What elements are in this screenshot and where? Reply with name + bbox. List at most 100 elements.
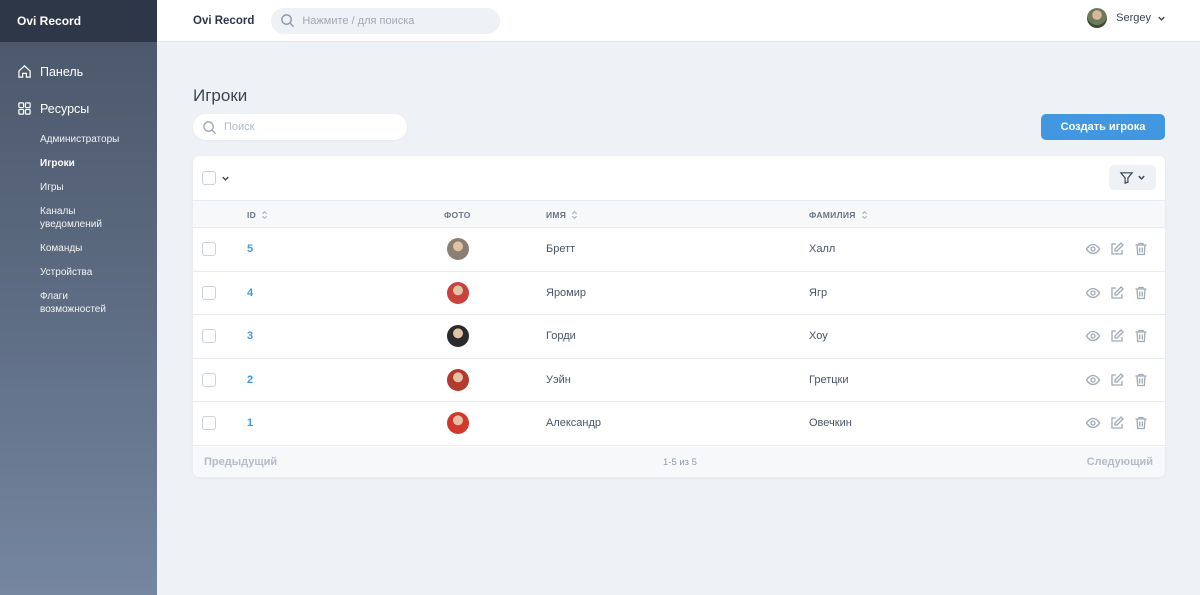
cell-first-name: Яромир [546, 286, 587, 299]
row-checkbox[interactable] [202, 372, 216, 387]
table-row[interactable]: 5 Бретт Халл [193, 228, 1165, 272]
sidebar-item-notification-channels[interactable]: Каналы уведомлений [40, 199, 120, 236]
table-row[interactable]: 4 Яромир Ягр [193, 272, 1165, 316]
prev-page-button[interactable]: Предыдущий [204, 456, 277, 468]
trash-icon[interactable] [1133, 285, 1149, 301]
view-icon[interactable] [1085, 241, 1101, 257]
table-row[interactable]: 1 Александр Овечкин [193, 402, 1165, 446]
cell-last-name: Гретцки [809, 373, 849, 386]
sidebar: Ovi Record Панель Ресурсы Администраторы… [0, 0, 157, 595]
cell-id[interactable]: 1 [247, 417, 253, 429]
topbar: Ovi Record Sergey [157, 0, 1200, 42]
trash-icon[interactable] [1133, 372, 1149, 388]
row-actions [1085, 285, 1149, 301]
row-checkbox[interactable] [202, 416, 216, 431]
player-photo [447, 368, 469, 391]
row-checkbox[interactable] [202, 242, 216, 256]
page-title: Игроки [193, 86, 248, 105]
view-icon[interactable] [1085, 372, 1101, 388]
player-photo [447, 281, 469, 304]
row-actions [1085, 415, 1149, 431]
user-name: Sergey [1116, 12, 1151, 24]
global-search-input[interactable] [302, 14, 483, 27]
trash-icon[interactable] [1133, 328, 1149, 344]
sidebar-item-players[interactable]: Игроки [40, 151, 157, 175]
edit-icon[interactable] [1109, 328, 1125, 344]
global-search[interactable] [271, 7, 501, 34]
players-table-card: ID ФОТО ИМЯ ФАМИЛИЯ 5 Бретт Халл 4 Яроми… [193, 156, 1165, 477]
view-icon[interactable] [1085, 328, 1101, 344]
select-all-control[interactable] [202, 171, 230, 185]
trash-icon[interactable] [1133, 241, 1149, 257]
select-all-checkbox[interactable] [202, 171, 216, 185]
table-row[interactable]: 2 Уэйн Гретцки [193, 359, 1165, 403]
column-header-label: ФАМИЛИЯ [809, 210, 856, 220]
cell-last-name: Халл [809, 243, 836, 255]
cell-first-name: Горди [546, 330, 576, 343]
cell-first-name: Бретт [546, 243, 576, 255]
sidebar-item-teams[interactable]: Команды [40, 236, 157, 260]
filter-icon [1119, 172, 1134, 184]
cell-last-name: Ягр [809, 286, 828, 299]
grid-icon [18, 102, 31, 115]
cell-id[interactable]: 2 [247, 374, 253, 386]
cell-id[interactable]: 3 [247, 330, 253, 342]
view-icon[interactable] [1085, 285, 1101, 301]
cell-last-name: Овечкин [809, 417, 852, 430]
view-icon[interactable] [1085, 415, 1101, 431]
create-player-button[interactable]: Создать игрока [1041, 114, 1165, 140]
chevron-down-icon [1158, 16, 1165, 21]
player-photo [447, 238, 469, 260]
sidebar-item-administrators[interactable]: Администраторы [40, 127, 157, 151]
table-toolbar [193, 156, 1165, 200]
row-checkbox[interactable] [202, 329, 216, 344]
column-header-last-name[interactable]: ФАМИЛИЯ [809, 210, 868, 220]
sidebar-item-label: Ресурсы [40, 101, 90, 116]
cell-first-name: Уэйн [546, 373, 571, 386]
sidebar-item-devices[interactable]: Устройства [40, 260, 157, 284]
next-page-button[interactable]: Следующий [1087, 456, 1153, 468]
row-checkbox[interactable] [202, 285, 216, 300]
home-icon [18, 65, 31, 78]
resource-search[interactable] [193, 114, 407, 140]
sort-icon [572, 210, 578, 220]
edit-icon[interactable] [1109, 372, 1125, 388]
trash-icon[interactable] [1133, 415, 1149, 431]
column-header-photo: ФОТО [444, 210, 471, 220]
edit-icon[interactable] [1109, 285, 1125, 301]
resource-search-input[interactable] [224, 121, 394, 133]
sort-icon [861, 210, 867, 220]
app-title[interactable]: Ovi Record [193, 15, 254, 27]
chevron-down-icon [1138, 175, 1145, 180]
cell-last-name: Хоу [809, 330, 828, 343]
filter-button[interactable] [1109, 165, 1156, 190]
row-actions [1085, 372, 1149, 388]
sort-icon [262, 210, 268, 220]
user-menu[interactable]: Sergey [1087, 8, 1166, 28]
cell-first-name: Александр [546, 417, 602, 430]
sidebar-item-resources[interactable]: Ресурсы [0, 90, 157, 127]
column-header-id[interactable]: ID [247, 210, 268, 220]
search-icon [281, 14, 295, 28]
sidebar-brand[interactable]: Ovi Record [0, 0, 157, 42]
avatar [1087, 8, 1108, 28]
chevron-down-icon[interactable] [221, 174, 230, 183]
sidebar-resources-list: Администраторы Игроки Игры Каналы уведом… [0, 127, 157, 321]
sidebar-item-label: Панель [40, 64, 84, 79]
edit-icon[interactable] [1109, 241, 1125, 257]
sidebar-item-feature-flags[interactable]: Флаги возможностей [40, 284, 120, 321]
player-photo [447, 325, 469, 348]
sidebar-item-games[interactable]: Игры [40, 175, 157, 199]
table-header: ID ФОТО ИМЯ ФАМИЛИЯ [193, 200, 1165, 228]
row-actions [1085, 241, 1149, 257]
table-body: 5 Бретт Халл 4 Яромир Ягр 3 Горди Хоу 2 … [193, 228, 1165, 446]
player-photo [447, 412, 469, 435]
row-actions [1085, 328, 1149, 344]
cell-id[interactable]: 5 [247, 243, 253, 255]
column-header-first-name[interactable]: ИМЯ [546, 210, 578, 220]
edit-icon[interactable] [1109, 415, 1125, 431]
sidebar-item-dashboard[interactable]: Панель [0, 53, 157, 90]
pagination-info: 1-5 из 5 [663, 457, 697, 468]
cell-id[interactable]: 4 [247, 287, 253, 299]
table-row[interactable]: 3 Горди Хоу [193, 315, 1165, 359]
